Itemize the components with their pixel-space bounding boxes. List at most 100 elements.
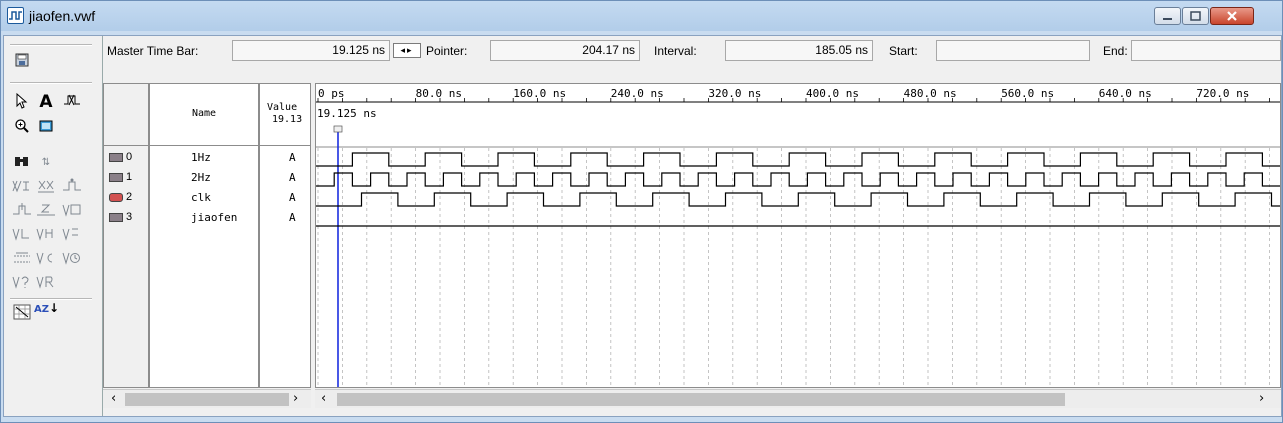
- end-field[interactable]: [1131, 40, 1281, 61]
- name-horizontal-scrollbar[interactable]: ‹ ›: [103, 389, 311, 408]
- time-tick-label: 640.0 ns: [1099, 87, 1152, 100]
- palette-divider: [10, 298, 92, 300]
- scrollbar-thumb[interactable]: [125, 393, 289, 406]
- signal-name: 2Hz: [191, 171, 211, 184]
- close-button[interactable]: [1210, 7, 1254, 25]
- signal-index-number: 3: [126, 211, 133, 223]
- master-time-cursor-label: 19.125 ns: [317, 107, 377, 120]
- time-bar-toolbar: Master Time Bar: 19.125 ns ◂▸ Pointer: 2…: [103, 36, 1281, 66]
- zoom-tool-icon[interactable]: [10, 118, 34, 141]
- weak-signal-icon[interactable]: [60, 202, 84, 226]
- forcing-high-icon[interactable]: [60, 178, 84, 202]
- signal-row[interactable]: 0 1Hz A: [103, 149, 311, 169]
- master-time-bar-label: Master Time Bar:: [107, 44, 199, 58]
- input-pin-icon: [109, 192, 123, 202]
- forcing-one-icon[interactable]: [10, 202, 34, 226]
- signal-row[interactable]: 1 2Hz A: [103, 169, 311, 189]
- master-time-cursor-handle: [333, 125, 343, 133]
- time-tick-label: 720.0 ns: [1196, 87, 1249, 100]
- snap-to-grid-icon[interactable]: [10, 304, 34, 327]
- time-tick-label: 560.0 ns: [1001, 87, 1054, 100]
- value-header-time: 19.13: [272, 114, 303, 125]
- save-icon[interactable]: [10, 52, 34, 75]
- window-title: jiaofen.vwf: [29, 8, 96, 24]
- signal-name: clk: [191, 191, 211, 204]
- time-tick-label: 480.0 ns: [904, 87, 957, 100]
- palette-divider: [10, 82, 92, 84]
- signal-name: jiaofen: [191, 211, 238, 224]
- interval-label: Interval:: [654, 44, 697, 58]
- pointer-label: Pointer:: [426, 44, 468, 58]
- full-screen-icon[interactable]: [34, 118, 58, 141]
- scrollbar-thumb[interactable]: [337, 393, 1065, 406]
- end-label: End:: [1103, 44, 1128, 58]
- random-values-icon[interactable]: [34, 274, 58, 298]
- high-impedance-icon[interactable]: [34, 202, 58, 226]
- selection-tool-icon[interactable]: [10, 92, 34, 117]
- invert-icon[interactable]: [10, 250, 34, 274]
- signal-name: 1Hz: [191, 151, 211, 164]
- signal-index-number: 2: [126, 191, 133, 203]
- weak-high-icon[interactable]: [34, 226, 58, 250]
- count-value-icon[interactable]: [34, 250, 58, 274]
- sort-icon-label: AZ: [34, 304, 49, 315]
- signal-waveform: [316, 152, 1280, 167]
- editor-area: A ⇅ AZ↓ Master Time Bar: 19.125 ns ◂▸ Po…: [3, 35, 1282, 417]
- input-pin-icon: [109, 212, 123, 222]
- signal-value: A: [289, 211, 296, 224]
- signal-value: A: [289, 151, 296, 164]
- time-tick-label: 320.0 ns: [708, 87, 761, 100]
- find-icon[interactable]: [10, 153, 34, 176]
- waveform-editor-window: jiaofen.vwf A ⇅ AZ↓ Master Time Bar: 19.…: [0, 0, 1283, 423]
- scroll-right-icon[interactable]: ›: [1259, 391, 1264, 406]
- signal-row[interactable]: 3 jiaofen A: [103, 209, 311, 229]
- forcing-low-icon[interactable]: [34, 178, 58, 202]
- forcing-unknown-icon[interactable]: [10, 178, 34, 202]
- scroll-left-icon[interactable]: ‹: [111, 391, 116, 406]
- input-pin-icon: [109, 152, 123, 162]
- waveform-canvas[interactable]: 0 ps 80.0 ns 160.0 ns 240.0 ns 320.0 ns 400.0…: [316, 84, 1280, 387]
- time-tick-label: 400.0 ns: [806, 87, 859, 100]
- palette-divider: [10, 44, 92, 46]
- name-header-label: Name: [192, 108, 217, 119]
- signal-index-number: 0: [126, 151, 133, 163]
- start-field[interactable]: [936, 40, 1090, 61]
- interval-field[interactable]: 185.05 ns: [725, 40, 873, 61]
- start-label: Start:: [889, 44, 918, 58]
- signal-row[interactable]: 2 clk A: [103, 189, 311, 209]
- replace-icon[interactable]: ⇅: [34, 153, 58, 173]
- name-column-header: Name: [149, 83, 259, 146]
- master-time-bar-field[interactable]: 19.125 ns: [232, 40, 390, 61]
- time-tick-label: 0 ps: [318, 87, 345, 100]
- signal-index: 0: [109, 149, 149, 165]
- arbitrary-value-icon[interactable]: [10, 274, 34, 298]
- time-tick-label: 160.0 ns: [513, 87, 566, 100]
- scroll-left-icon[interactable]: ‹: [321, 391, 326, 406]
- signal-index: 2: [109, 189, 149, 205]
- maximize-button[interactable]: [1182, 7, 1209, 25]
- signal-waveform: [316, 172, 1280, 187]
- master-time-bar-stepper[interactable]: ◂▸: [393, 43, 421, 58]
- pointer-field[interactable]: 204.17 ns: [490, 40, 640, 61]
- signal-value: A: [289, 171, 296, 184]
- signal-value: A: [289, 191, 296, 204]
- scroll-right-icon[interactable]: ›: [293, 391, 298, 406]
- waveform-file-icon: [7, 7, 24, 24]
- title-bar[interactable]: jiaofen.vwf: [1, 1, 1282, 31]
- time-tick-label: 80.0 ns: [416, 87, 462, 100]
- overwrite-clock-icon[interactable]: [60, 250, 84, 274]
- waveform-horizontal-scrollbar[interactable]: ‹ ›: [315, 389, 1281, 408]
- minimize-button[interactable]: [1154, 7, 1181, 25]
- waveform-grid: Name Value 19.13 0 1Hz A 1 2Hz A 2 clk A 3 jiaofen…: [103, 83, 1281, 416]
- text-tool-icon[interactable]: A: [34, 92, 58, 112]
- weak-low-icon[interactable]: [10, 226, 34, 250]
- sort-icon[interactable]: AZ↓: [34, 302, 59, 315]
- index-column-header: [103, 83, 149, 146]
- tool-palette: A ⇅ AZ↓: [4, 36, 103, 416]
- signal-waveform: [316, 192, 1280, 207]
- waveform-area[interactable]: 0 ps 80.0 ns 160.0 ns 240.0 ns 320.0 ns 400.0…: [315, 83, 1281, 388]
- input-pin-icon: [109, 172, 123, 182]
- waveform-editing-tool-icon[interactable]: [60, 92, 84, 115]
- dont-care-icon[interactable]: [60, 226, 84, 250]
- signal-index: 3: [109, 209, 149, 225]
